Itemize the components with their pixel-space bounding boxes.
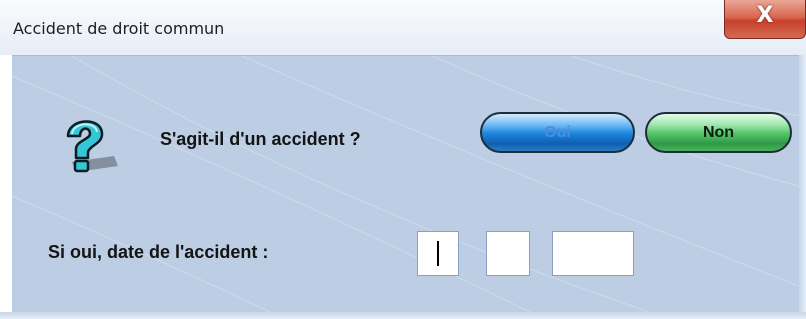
- question-label: S'agit-il d'un accident ?: [160, 129, 361, 149]
- no-button[interactable]: Non: [645, 112, 792, 153]
- window-frame-right: [799, 55, 806, 319]
- text-caret: [437, 241, 439, 266]
- close-button[interactable]: X: [724, 0, 806, 39]
- help-question-icon: [66, 120, 118, 173]
- date-day-input[interactable]: [417, 231, 459, 276]
- close-icon: X: [756, 3, 774, 28]
- date-month-input[interactable]: [486, 231, 530, 276]
- date-year-input[interactable]: [552, 231, 634, 276]
- title-bar[interactable]: Accident de droit commun X: [0, 0, 806, 55]
- window-title: Accident de droit commun: [13, 19, 225, 38]
- window-frame-bottom: [0, 312, 806, 319]
- dialog-window: Accident de droit commun X S'agit-il d'u…: [0, 0, 806, 319]
- yes-button[interactable]: Oui: [480, 112, 635, 153]
- panel-background-pattern: [12, 56, 799, 313]
- dialog-panel: S'agit-il d'un accident ? Oui Non Si oui…: [12, 55, 799, 313]
- date-label: Si oui, date de l'accident :: [48, 242, 269, 262]
